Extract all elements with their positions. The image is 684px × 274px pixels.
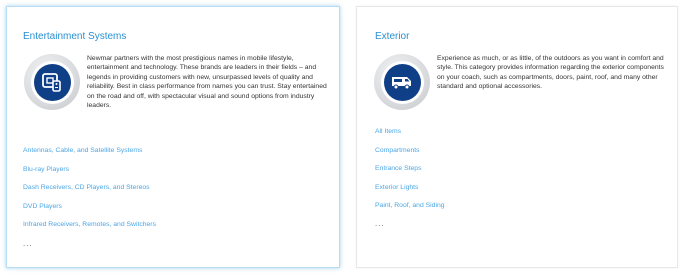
link-paint-roof-siding[interactable]: Paint, Roof, and Siding [375,202,445,221]
coach-exterior-icon [374,54,430,110]
entertainment-remote-icon [24,54,80,110]
link-entrance-steps[interactable]: Entrance Steps [375,165,445,184]
link-infrared-receivers-remotes[interactable]: Infrared Receivers, Remotes, and Switche… [23,221,156,240]
card-description: Newmar partners with the most prestigiou… [87,55,327,110]
link-all-items[interactable]: All Items [375,128,445,147]
category-link-list: All Items Compartments Entrance Steps Ex… [375,128,445,221]
category-link-list: Antennas, Cable, and Satellite Systems B… [23,147,156,240]
entertainment-systems-card[interactable]: Entertainment Systems Newmar partners wi… [6,6,340,268]
exterior-card[interactable]: Exterior Experience as much, or as littl… [356,6,678,268]
more-link[interactable]: ... [23,239,33,248]
category-page: Entertainment Systems Newmar partners wi… [0,0,684,274]
link-dash-receivers-cd-stereos[interactable]: Dash Receivers, CD Players, and Stereos [23,184,156,203]
link-exterior-lights[interactable]: Exterior Lights [375,184,445,203]
card-title[interactable]: Exterior [375,31,409,42]
link-compartments[interactable]: Compartments [375,147,445,166]
card-title[interactable]: Entertainment Systems [23,31,126,42]
link-antennas-cable-satellite[interactable]: Antennas, Cable, and Satellite Systems [23,147,156,166]
link-dvd-players[interactable]: DVD Players [23,203,156,222]
more-link[interactable]: ... [375,219,385,228]
link-blu-ray-players[interactable]: Blu-ray Players [23,166,156,185]
card-description: Experience as much, or as little, of the… [437,55,664,91]
